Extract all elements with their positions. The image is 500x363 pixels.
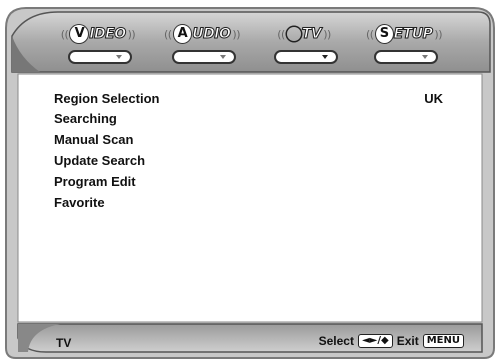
menu-item-region-selection[interactable]: Region Selection <box>54 91 159 106</box>
chevron-down-icon <box>220 55 226 59</box>
menu-item-program-edit[interactable]: Program Edit <box>54 174 136 189</box>
chevron-down-icon <box>116 55 122 59</box>
tab-audio-label: UDIO <box>192 26 232 43</box>
tab-setup-indicator <box>374 50 438 64</box>
arrow-keys-icon: ◄►/◆ <box>357 334 393 348</box>
setup-tab-icon: S <box>375 25 393 43</box>
left-paren-icon: (( <box>60 27 69 41</box>
footer-hints: Select ◄►/◆ Exit MENU <box>319 334 468 348</box>
video-tab-icon: V <box>70 25 89 43</box>
menu-item-searching[interactable]: Searching <box>54 111 117 126</box>
tab-tv[interactable]: (( TV )) <box>264 19 344 67</box>
left-paren-icon: (( <box>366 27 374 41</box>
osd-frame: (( V IDEO )) (( A UDIO )) (( TV )) ((S … <box>0 0 500 363</box>
right-paren-icon: )) <box>434 27 442 41</box>
tv-menu-panel: Region Selection UK Searching Manual Sca… <box>19 75 475 320</box>
left-paren-icon: (( <box>277 27 285 41</box>
menu-item-favorite[interactable]: Favorite <box>54 195 105 210</box>
right-paren-icon: )) <box>323 27 331 41</box>
tab-setup-label: ETUP <box>393 26 433 43</box>
footer-bar: TV Select ◄►/◆ Exit MENU <box>30 331 470 355</box>
tab-tv-indicator <box>274 50 338 64</box>
tab-audio-indicator <box>172 50 236 64</box>
right-paren-icon: )) <box>232 27 240 41</box>
menu-key-icon: MENU <box>422 334 464 348</box>
current-mode-label: TV <box>56 336 72 350</box>
left-paren-icon: (( <box>164 27 172 41</box>
tab-audio[interactable]: (( A UDIO )) <box>162 19 242 67</box>
menu-tab-bar: (( V IDEO )) (( A UDIO )) (( TV )) ((S … <box>58 19 478 67</box>
region-value: UK <box>424 91 443 106</box>
menu-item-update-search[interactable]: Update Search <box>54 153 145 168</box>
tab-setup[interactable]: (( S ETUP )) <box>364 19 444 67</box>
exit-hint-label: Exit <box>396 334 419 348</box>
chevron-down-icon <box>322 55 328 59</box>
audio-tab-icon: A <box>173 25 192 43</box>
menu-item-manual-scan[interactable]: Manual Scan <box>54 132 133 147</box>
right-paren-icon: )) <box>127 27 136 41</box>
tab-video[interactable]: (( V IDEO )) <box>58 19 138 67</box>
select-hint-label: Select <box>318 334 354 348</box>
chevron-down-icon <box>422 55 428 59</box>
tv-tab-icon <box>287 27 301 41</box>
tab-video-indicator <box>68 50 132 64</box>
tab-video-label: IDEO <box>89 26 127 43</box>
tab-tv-label: TV <box>301 26 322 43</box>
